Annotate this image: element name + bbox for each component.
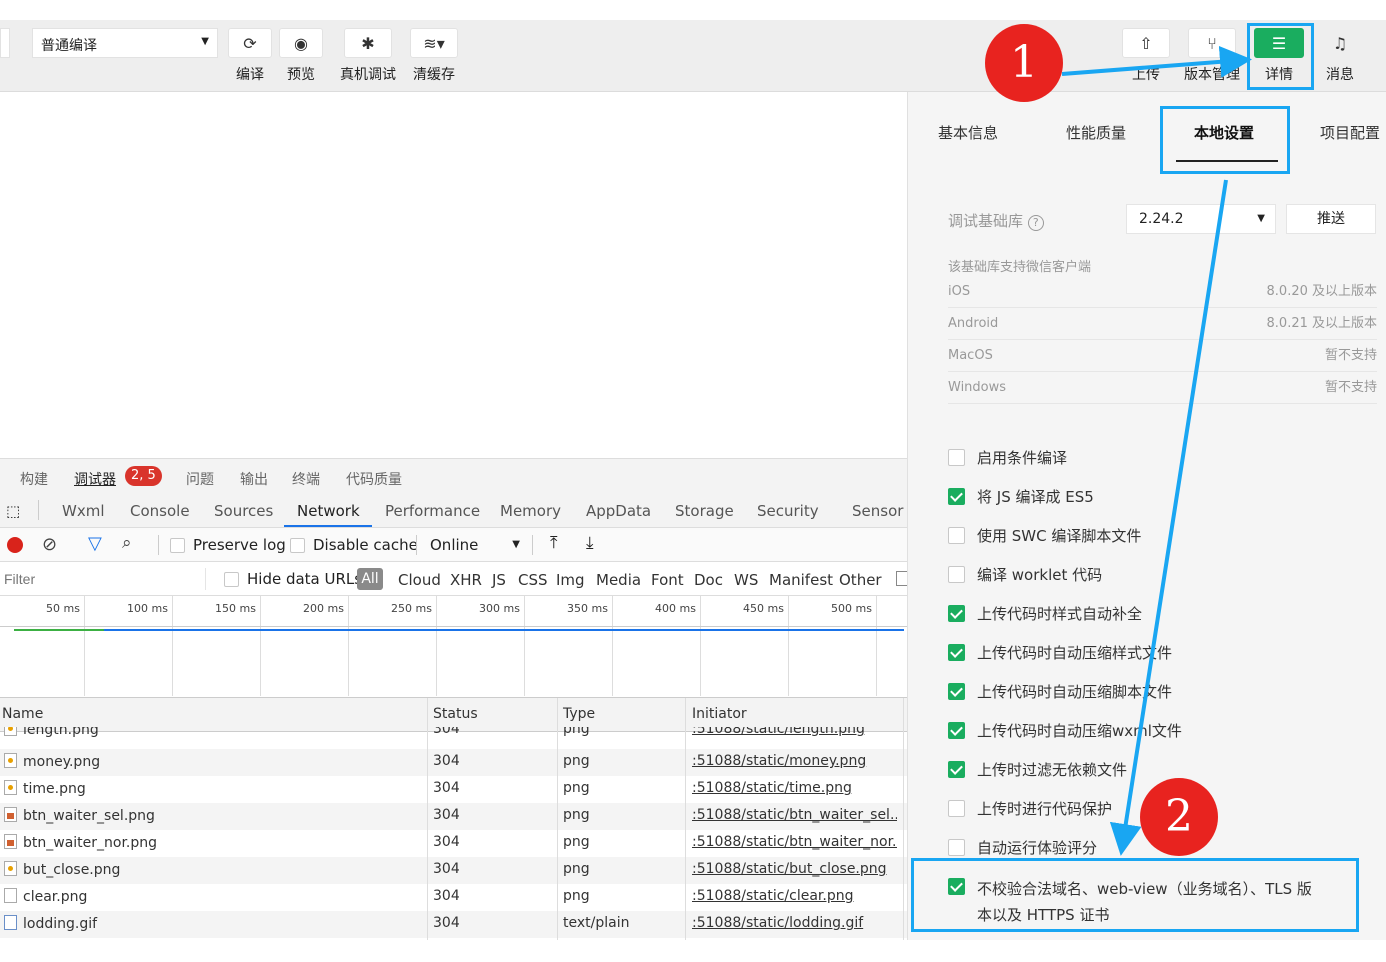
arrow-to-domain-option	[1109, 179, 1228, 856]
step-badge-2: 2	[1140, 778, 1218, 856]
arrow-to-details	[1061, 45, 1252, 78]
step-badge-1: 1	[985, 24, 1063, 102]
